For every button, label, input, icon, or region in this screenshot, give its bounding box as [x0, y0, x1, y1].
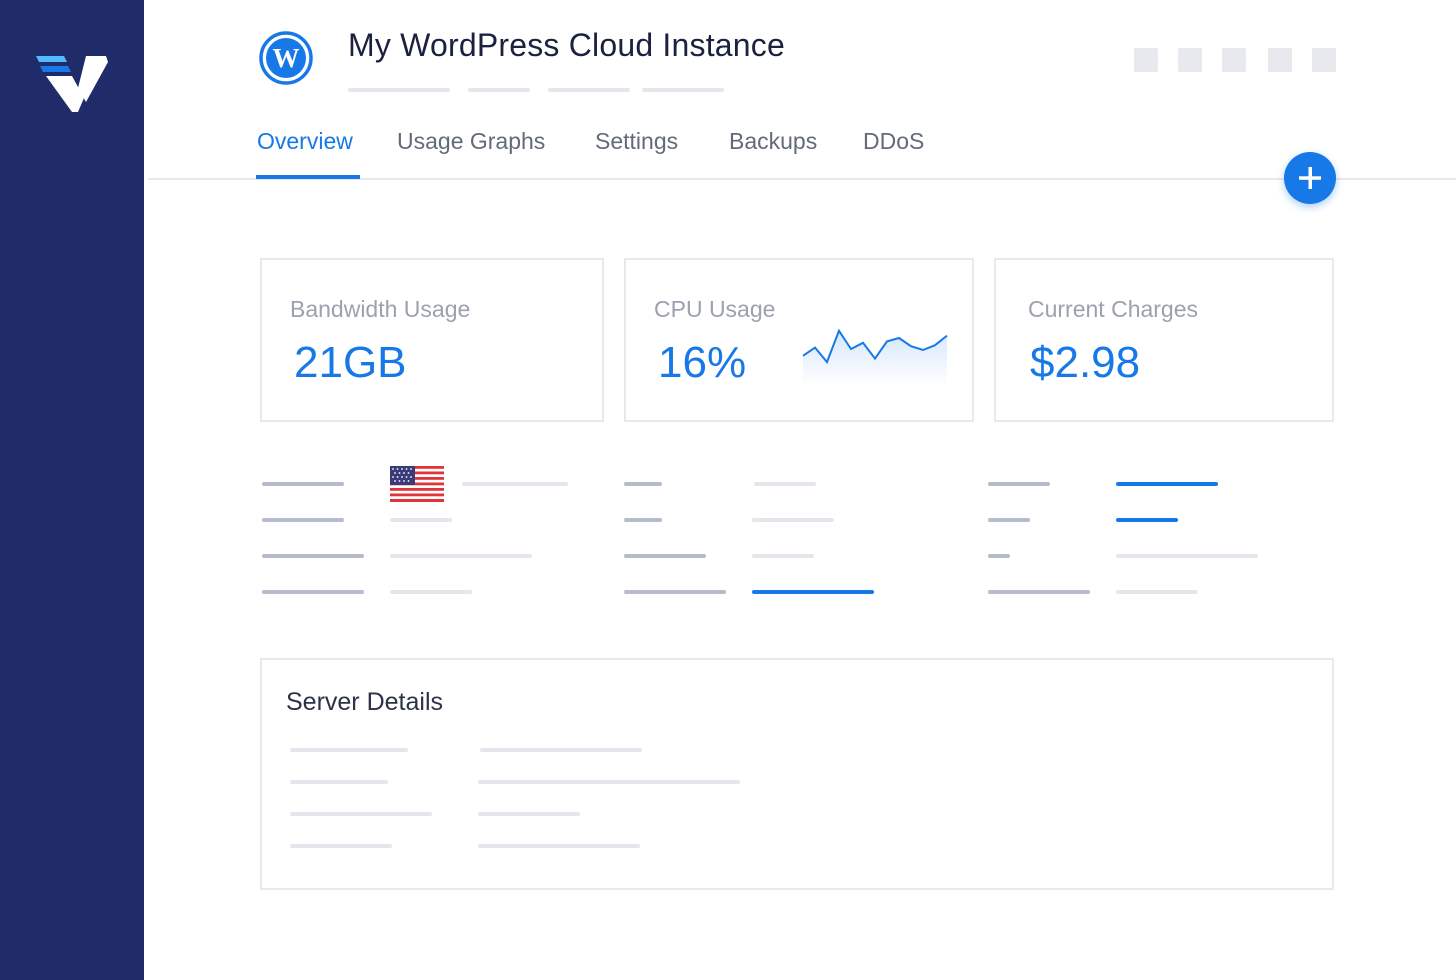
- svg-text:W: W: [273, 43, 300, 73]
- detail-label-placeholder: [290, 748, 408, 752]
- info-link-placeholder[interactable]: [1116, 482, 1218, 486]
- charges-label: Current Charges: [1028, 296, 1199, 322]
- page-title: My WordPress Cloud Instance: [348, 27, 785, 63]
- server-details-title: Server Details: [286, 688, 443, 716]
- tab-ddos[interactable]: DDoS: [863, 128, 924, 155]
- info-value-placeholder: [1116, 554, 1258, 558]
- info-label-placeholder: [988, 482, 1050, 486]
- toolbar-button[interactable]: [1312, 48, 1336, 72]
- info-label-placeholder: [988, 554, 1010, 558]
- info-label-placeholder: [262, 554, 364, 558]
- subtitle-placeholder: [642, 88, 724, 92]
- info-value-placeholder: [1116, 590, 1198, 594]
- cpu-value: 16%: [658, 338, 747, 387]
- cpu-sparkline: [802, 328, 948, 386]
- info-label-placeholder: [988, 590, 1090, 594]
- tab-overview[interactable]: Overview: [257, 128, 353, 155]
- toolbar-button[interactable]: [1222, 48, 1246, 72]
- toolbar-button[interactable]: [1268, 48, 1292, 72]
- vultr-logo[interactable]: [34, 54, 108, 118]
- charges-card: Current Charges $2.98: [994, 258, 1334, 422]
- active-tab-indicator: [256, 175, 360, 179]
- info-value-placeholder: [390, 554, 532, 558]
- info-label-placeholder: [262, 518, 344, 522]
- detail-label-placeholder: [290, 780, 388, 784]
- bandwidth-value: 21GB: [294, 338, 407, 387]
- bandwidth-label: Bandwidth Usage: [290, 296, 471, 322]
- bandwidth-card: Bandwidth Usage 21GB: [260, 258, 604, 422]
- tab-backups[interactable]: Backups: [729, 128, 817, 155]
- tab-usage-graphs[interactable]: Usage Graphs: [397, 128, 545, 155]
- toolbar-button[interactable]: [1134, 48, 1158, 72]
- wordpress-icon: W: [259, 31, 313, 85]
- info-label-placeholder: [262, 482, 344, 486]
- info-value-placeholder: [752, 554, 814, 558]
- subtitle-placeholder: [468, 88, 530, 92]
- toolbar-button[interactable]: [1178, 48, 1202, 72]
- cpu-label: CPU Usage: [654, 296, 776, 322]
- add-button[interactable]: [1284, 152, 1336, 204]
- info-value-placeholder: [390, 590, 472, 594]
- info-label-placeholder: [262, 590, 364, 594]
- info-link-placeholder[interactable]: [752, 590, 874, 594]
- subtitle-placeholder: [548, 88, 630, 92]
- detail-value-placeholder: [478, 780, 740, 784]
- info-label-placeholder: [624, 482, 662, 486]
- info-label-placeholder: [624, 518, 662, 522]
- server-details-panel: Server Details: [260, 658, 1334, 890]
- cpu-card: CPU Usage 16%: [624, 258, 974, 422]
- info-value-placeholder: [752, 518, 834, 522]
- info-label-placeholder: [624, 554, 706, 558]
- subtitle-placeholder: [348, 88, 450, 92]
- detail-value-placeholder: [480, 748, 642, 752]
- charges-value: $2.98: [1030, 338, 1141, 387]
- info-link-placeholder[interactable]: [1116, 518, 1178, 522]
- info-label-placeholder: [624, 590, 726, 594]
- plus-icon: [1299, 167, 1321, 189]
- info-value-placeholder: [390, 518, 452, 522]
- detail-label-placeholder: [290, 844, 392, 848]
- sidebar: [0, 0, 144, 980]
- info-label-placeholder: [988, 518, 1030, 522]
- detail-label-placeholder: [290, 812, 432, 816]
- detail-value-placeholder: [478, 844, 640, 848]
- main-panel: W My WordPress Cloud Instance Overview U…: [144, 0, 1456, 980]
- info-value-placeholder: [754, 482, 816, 486]
- info-value-placeholder: [462, 482, 568, 486]
- detail-value-placeholder: [478, 812, 580, 816]
- tab-settings[interactable]: Settings: [595, 128, 678, 155]
- us-flag-icon: [390, 466, 444, 502]
